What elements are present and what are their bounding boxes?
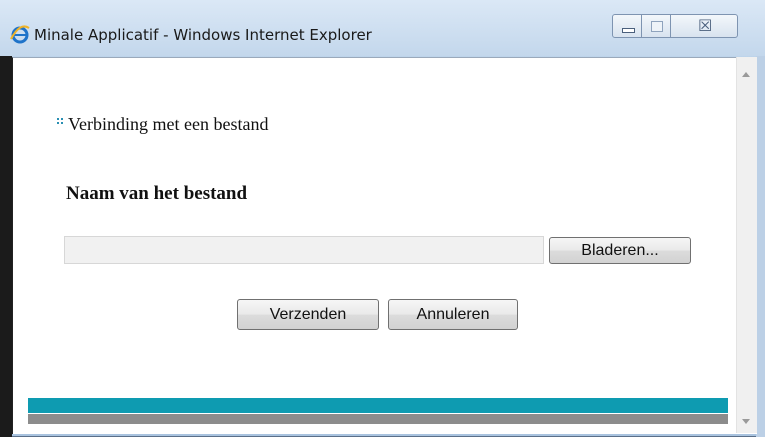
window-title: Minale Applicatif - Windows Internet Exp… <box>34 26 372 44</box>
close-icon: ☒ <box>698 16 713 35</box>
maximize-icon <box>651 21 663 32</box>
cancel-button[interactable]: Annuleren <box>388 299 518 330</box>
section-heading: Verbinding met een bestand <box>68 114 269 134</box>
footer-bar <box>28 414 728 424</box>
window-left-edge <box>0 56 12 437</box>
scroll-up-icon[interactable] <box>742 72 750 77</box>
maximize-button[interactable] <box>641 14 671 38</box>
ie-icon <box>10 25 30 44</box>
bullet-icon <box>57 118 64 126</box>
file-name-label: Naam van het bestand <box>66 183 248 204</box>
accent-bar <box>28 398 728 413</box>
close-button[interactable]: ☒ <box>670 14 738 38</box>
browse-button[interactable]: Bladeren... <box>549 237 691 264</box>
submit-button[interactable]: Verzenden <box>237 299 379 330</box>
scroll-down-icon[interactable] <box>742 419 750 424</box>
minimize-button[interactable] <box>612 14 642 38</box>
title-bar[interactable]: Minale Applicatif - Windows Internet Exp… <box>0 0 765 56</box>
window-right-edge <box>756 56 765 437</box>
vertical-scrollbar[interactable] <box>736 57 757 433</box>
minimize-icon <box>622 28 635 33</box>
file-path-input[interactable] <box>64 236 544 264</box>
